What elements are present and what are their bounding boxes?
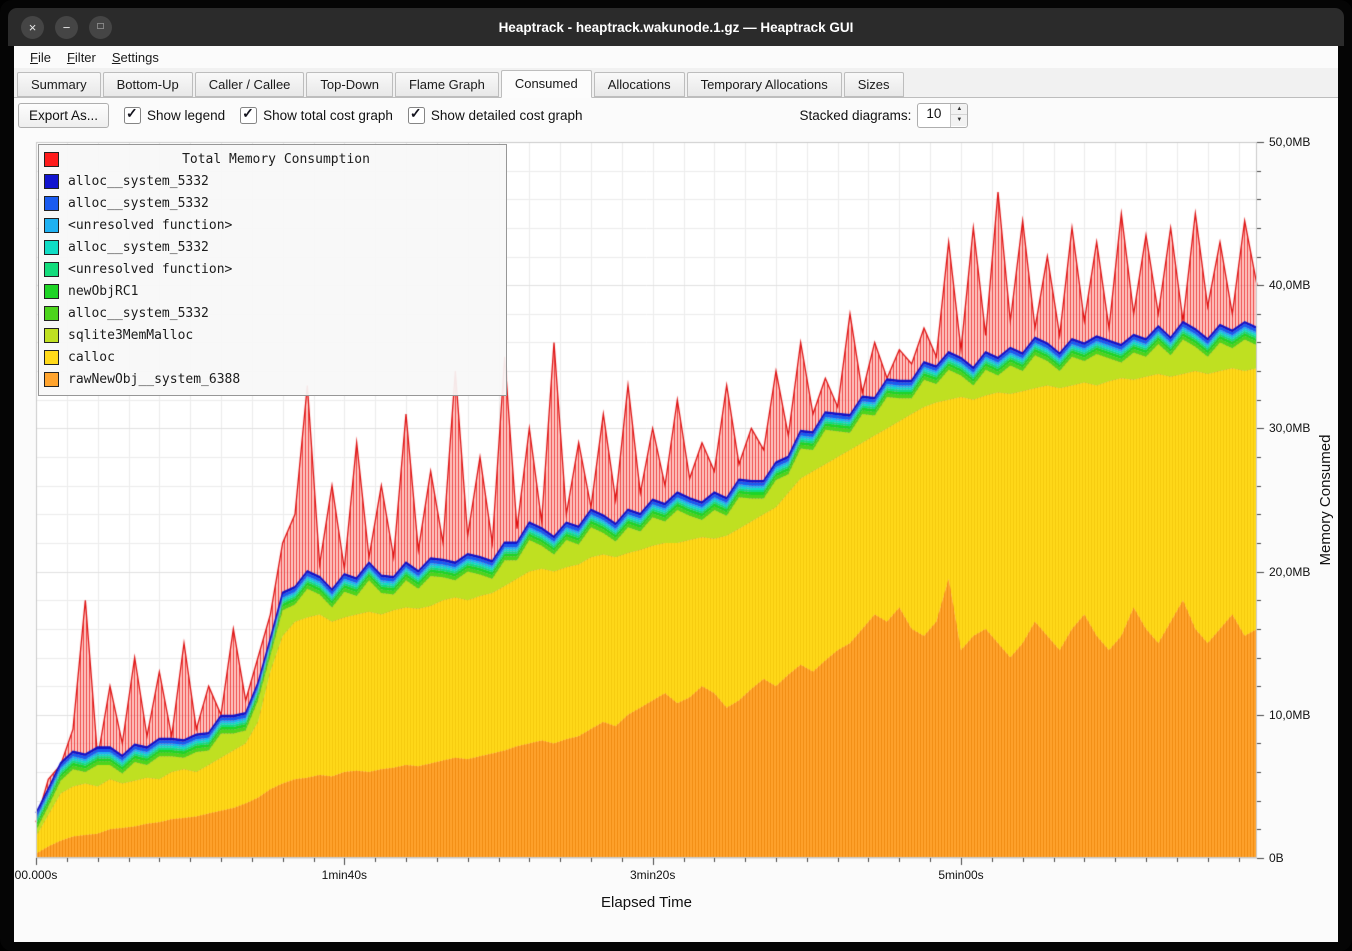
legend-row: <unresolved function> bbox=[39, 258, 506, 280]
tab-bottom-up[interactable]: Bottom-Up bbox=[103, 72, 193, 97]
legend-swatch bbox=[44, 240, 59, 255]
legend-swatch-total bbox=[44, 152, 59, 167]
x-tick-label: 1min40s bbox=[322, 868, 367, 882]
checkbox-box[interactable]: ✓ bbox=[408, 107, 425, 124]
window-content: File Filter Settings SummaryBottom-UpCal… bbox=[14, 46, 1338, 941]
legend-label: alloc__system_5332 bbox=[68, 240, 209, 255]
legend-swatch bbox=[44, 218, 59, 233]
legend-label: <unresolved function> bbox=[68, 218, 232, 233]
checkbox-label: Show detailed cost graph bbox=[431, 108, 583, 123]
legend-row: <unresolved function> bbox=[39, 214, 506, 236]
checkbox-show-total-cost-graph[interactable]: ✓ Show total cost graph bbox=[240, 107, 393, 124]
legend-title: Total Memory Consumption bbox=[68, 152, 484, 167]
window-controls: × − □ bbox=[21, 16, 112, 39]
legend-row: alloc__system_5332 bbox=[39, 236, 506, 258]
menu-filter[interactable]: Filter bbox=[59, 48, 104, 67]
menu-settings[interactable]: Settings bbox=[104, 48, 167, 67]
legend-label: rawNewObj__system_6388 bbox=[68, 372, 240, 387]
y-tick-label: 30,0MB bbox=[1269, 421, 1310, 435]
legend-label: calloc bbox=[68, 350, 115, 365]
legend-label: alloc__system_5332 bbox=[68, 174, 209, 189]
toolbar-checkboxes: ✓ Show legend ✓ Show total cost graph ✓ Show … bbox=[124, 107, 583, 124]
checkmark-icon: ✓ bbox=[242, 105, 254, 122]
y-tick-label: 20,0MB bbox=[1269, 565, 1310, 579]
checkbox-box[interactable]: ✓ bbox=[240, 107, 257, 124]
legend-swatch bbox=[44, 284, 59, 299]
x-axis-title: Elapsed Time bbox=[601, 894, 692, 911]
legend-swatch bbox=[44, 262, 59, 277]
legend-row: newObjRC1 bbox=[39, 280, 506, 302]
y-tick-label: 10,0MB bbox=[1269, 708, 1310, 722]
spinner-up-icon[interactable]: ▲ bbox=[951, 104, 967, 116]
tab-allocations[interactable]: Allocations bbox=[594, 72, 685, 97]
menu-file[interactable]: File bbox=[22, 48, 59, 67]
tab-flame-graph[interactable]: Flame Graph bbox=[395, 72, 499, 97]
legend-swatch bbox=[44, 328, 59, 343]
legend-title-row: Total Memory Consumption bbox=[39, 148, 506, 170]
tab-bar: SummaryBottom-UpCaller / CalleeTop-DownF… bbox=[14, 68, 1338, 98]
legend-row: alloc__system_5332 bbox=[39, 192, 506, 214]
legend-label: alloc__system_5332 bbox=[68, 196, 209, 211]
legend-label: sqlite3MemMalloc bbox=[68, 328, 193, 343]
y-axis-title: Memory Consumed bbox=[1317, 435, 1334, 566]
legend-label: newObjRC1 bbox=[68, 284, 138, 299]
spinner-value: 10 bbox=[918, 104, 950, 127]
y-tick-label: 0B bbox=[1269, 851, 1284, 865]
chart-legend: Total Memory Consumption alloc__system_53… bbox=[38, 144, 507, 396]
legend-swatch bbox=[44, 174, 59, 189]
maximize-icon[interactable]: □ bbox=[89, 16, 112, 39]
window-title: Heaptrack - heaptrack.wakunode.1.gz — He… bbox=[8, 20, 1344, 35]
y-tick-label: 50,0MB bbox=[1269, 135, 1310, 149]
heaptrack-window: × − □ Heaptrack - heaptrack.wakunode.1.g… bbox=[0, 0, 1352, 951]
minimize-glyph: − bbox=[63, 21, 71, 34]
legend-label: <unresolved function> bbox=[68, 262, 232, 277]
tab-temporary-allocations[interactable]: Temporary Allocations bbox=[687, 72, 842, 97]
tab-top-down[interactable]: Top-Down bbox=[306, 72, 393, 97]
close-glyph: × bbox=[29, 21, 37, 34]
legend-row: alloc__system_5332 bbox=[39, 170, 506, 192]
x-tick-label: 00.000s bbox=[15, 868, 58, 882]
checkbox-show-legend[interactable]: ✓ Show legend bbox=[124, 107, 225, 124]
legend-swatch bbox=[44, 372, 59, 387]
menubar: File Filter Settings bbox=[14, 46, 1338, 68]
x-tick-label: 3min20s bbox=[630, 868, 675, 882]
stacked-diagrams-label: Stacked diagrams: bbox=[800, 108, 912, 123]
close-icon[interactable]: × bbox=[21, 16, 44, 39]
maximize-glyph: □ bbox=[97, 22, 103, 32]
legend-row: alloc__system_5332 bbox=[39, 302, 506, 324]
legend-row: rawNewObj__system_6388 bbox=[39, 368, 506, 390]
legend-row: calloc bbox=[39, 346, 506, 368]
legend-swatch bbox=[44, 350, 59, 365]
spinner-buttons: ▲ ▼ bbox=[950, 104, 967, 127]
checkbox-label: Show total cost graph bbox=[263, 108, 393, 123]
spinner-down-icon[interactable]: ▼ bbox=[951, 115, 967, 126]
tab-sizes[interactable]: Sizes bbox=[844, 72, 904, 97]
x-tick-label: 5min00s bbox=[938, 868, 983, 882]
chart-area: Total Memory Consumption alloc__system_53… bbox=[14, 132, 1338, 942]
checkmark-icon: ✓ bbox=[410, 105, 422, 122]
y-tick-label: 40,0MB bbox=[1269, 278, 1310, 292]
export-as-button[interactable]: Export As... bbox=[18, 103, 109, 128]
titlebar[interactable]: × − □ Heaptrack - heaptrack.wakunode.1.g… bbox=[8, 8, 1344, 46]
checkbox-box[interactable]: ✓ bbox=[124, 107, 141, 124]
checkmark-icon: ✓ bbox=[126, 105, 138, 122]
tab-caller-callee[interactable]: Caller / Callee bbox=[195, 72, 305, 97]
legend-swatch bbox=[44, 306, 59, 321]
legend-swatch bbox=[44, 196, 59, 211]
minimize-icon[interactable]: − bbox=[55, 16, 78, 39]
checkbox-show-detailed-cost-graph[interactable]: ✓ Show detailed cost graph bbox=[408, 107, 583, 124]
legend-label: alloc__system_5332 bbox=[68, 306, 209, 321]
tab-summary[interactable]: Summary bbox=[17, 72, 101, 97]
legend-row: sqlite3MemMalloc bbox=[39, 324, 506, 346]
tab-consumed[interactable]: Consumed bbox=[501, 70, 592, 98]
toolbar: Export As... ✓ Show legend ✓ Show total cos… bbox=[14, 98, 1338, 132]
checkbox-label: Show legend bbox=[147, 108, 225, 123]
stacked-diagrams-spinner[interactable]: 10 ▲ ▼ bbox=[917, 103, 968, 128]
